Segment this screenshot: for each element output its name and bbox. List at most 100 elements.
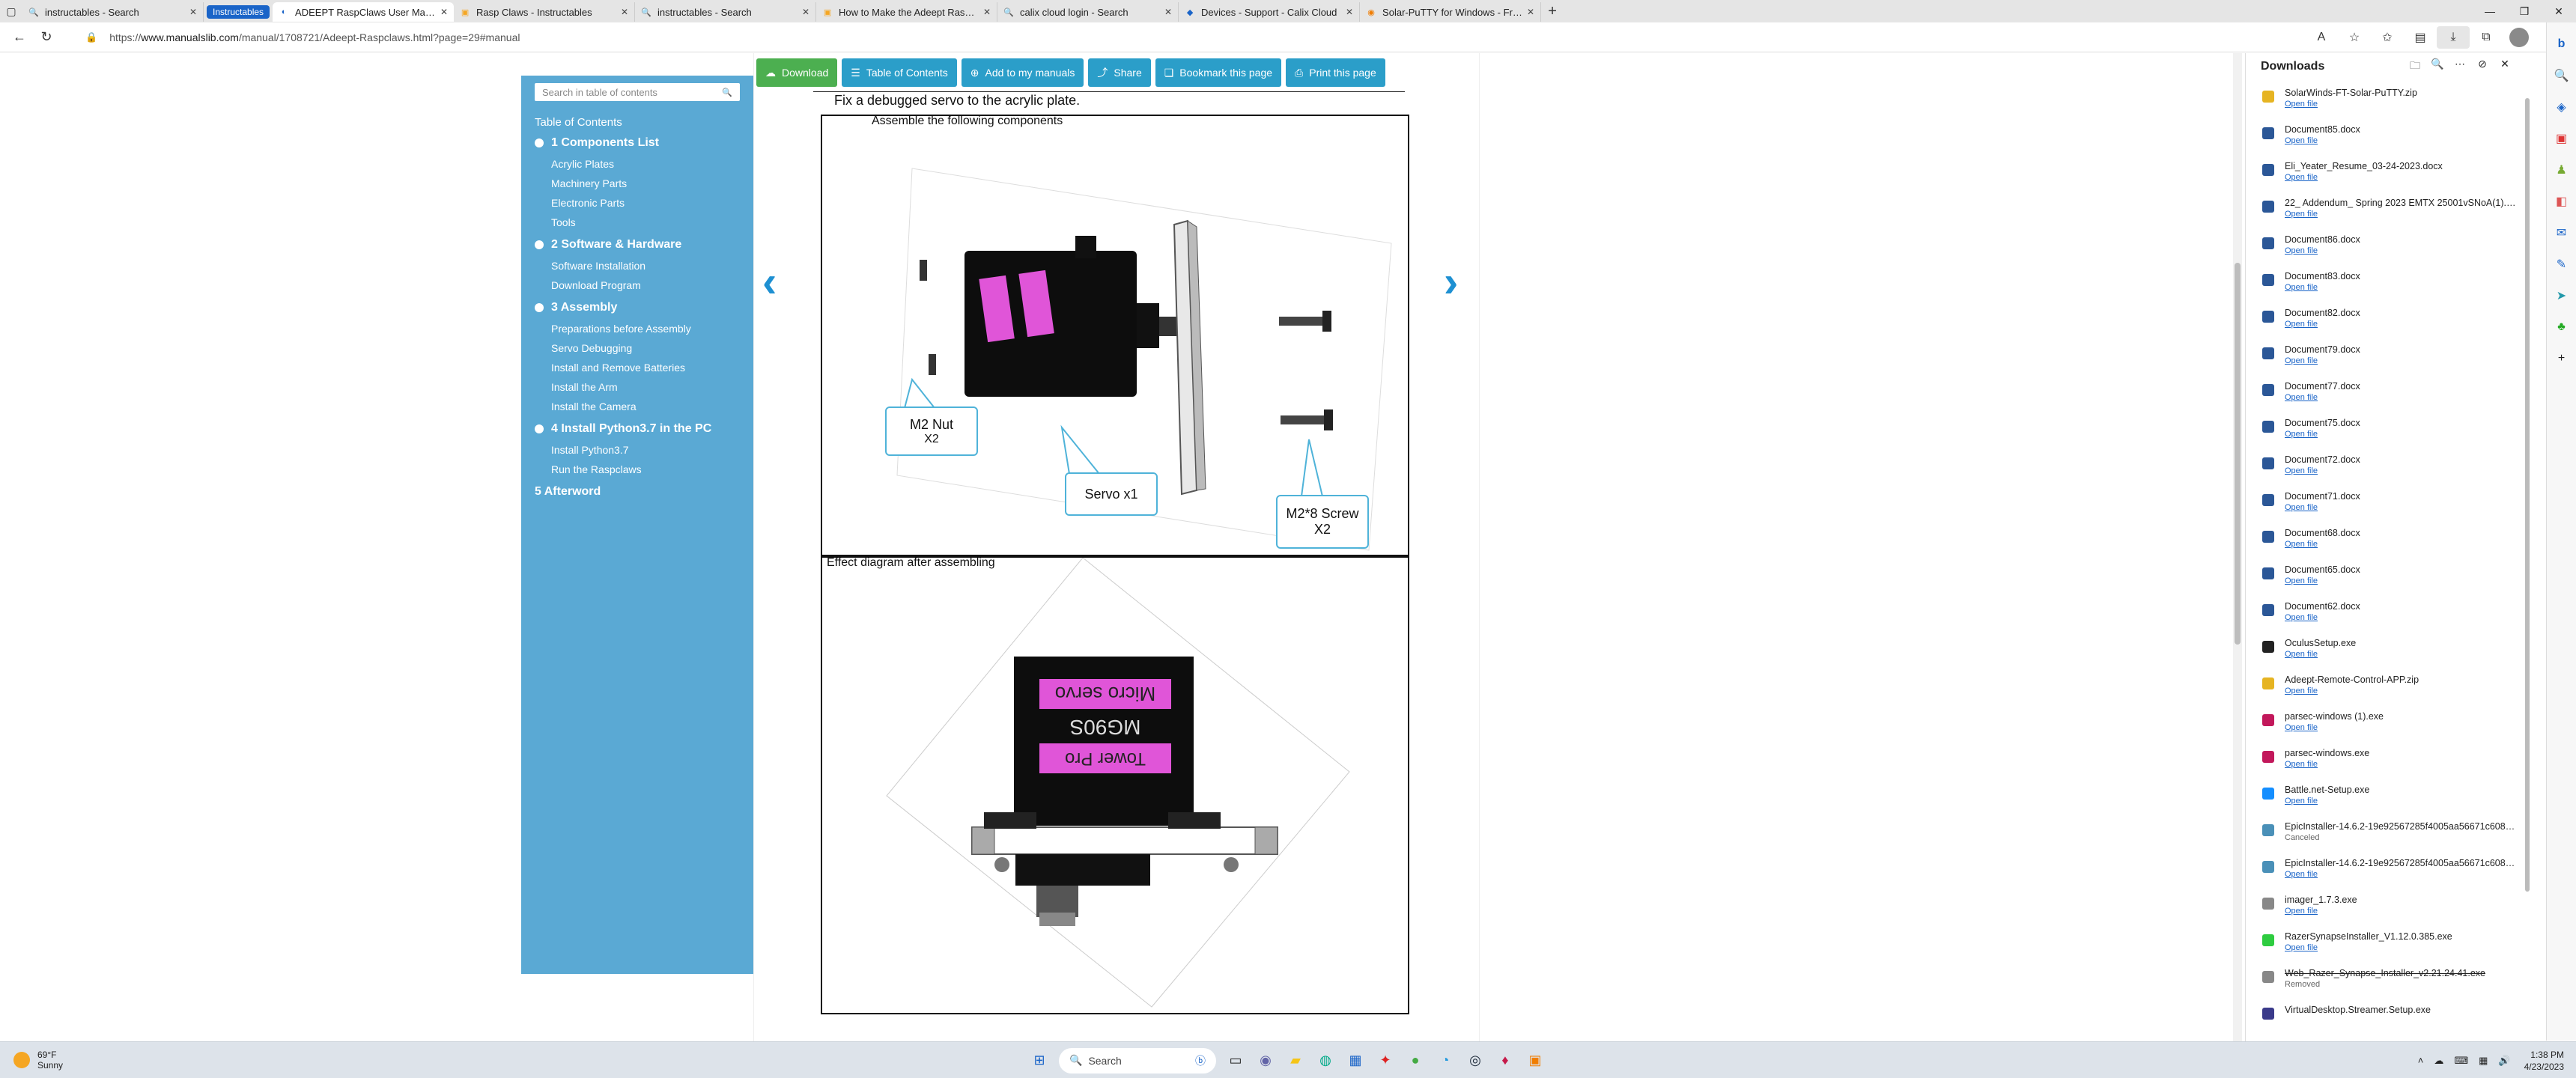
download-item[interactable]: Document65.docx Open file	[2246, 557, 2531, 594]
toc-section-title[interactable]: 1 Components List	[535, 136, 740, 150]
tools-icon[interactable]: ▣	[2551, 123, 2573, 154]
tab-actions-icon[interactable]: ▢	[0, 0, 22, 22]
download-item[interactable]: parsec-windows.exe Open file	[2246, 740, 2531, 777]
maximize-icon[interactable]: ❐	[2507, 0, 2542, 22]
download-item[interactable]: Document85.docx Open file	[2246, 117, 2531, 153]
tab-group-instructables[interactable]: Instructables	[204, 2, 273, 22]
download-item[interactable]: OculusSetup.exe Open file	[2246, 630, 2531, 667]
download-button[interactable]: ☁ Download	[756, 58, 838, 87]
office-icon[interactable]: ◧	[2551, 186, 2573, 217]
close-window-icon[interactable]: ✕	[2542, 0, 2576, 22]
download-status[interactable]: Open file	[2285, 650, 2517, 659]
close-icon[interactable]: ✕	[189, 7, 197, 17]
download-status[interactable]: Open file	[2285, 320, 2517, 329]
toc-link[interactable]: Acrylic Plates	[535, 154, 740, 174]
toc-link[interactable]: Run the Raspclaws	[535, 460, 740, 479]
steam-icon[interactable]: ◎	[1460, 1046, 1490, 1076]
toc-link[interactable]: Preparations before Assembly	[535, 319, 740, 338]
download-item[interactable]: Document68.docx Open file	[2246, 520, 2531, 557]
close-icon[interactable]: ✕	[440, 7, 448, 17]
app-blue-icon[interactable]: ◔	[1430, 1046, 1460, 1076]
download-item[interactable]: Document79.docx Open file	[2246, 337, 2531, 374]
download-item[interactable]: Document75.docx Open file	[2246, 410, 2531, 447]
toc-link[interactable]: Machinery Parts	[535, 174, 740, 193]
tab-0[interactable]: 🔍 instructables - Search ✕	[22, 2, 204, 22]
designer-icon[interactable]: ✎	[2551, 249, 2573, 280]
tab-4[interactable]: 🔍 instructables - Search ✕	[635, 2, 817, 22]
download-status[interactable]: Open file	[2285, 870, 2517, 879]
toc-section-title[interactable]: 2 Software & Hardware	[535, 238, 740, 252]
download-status[interactable]: Open file	[2285, 246, 2517, 255]
download-item[interactable]: Document86.docx Open file	[2246, 227, 2531, 264]
toc-link[interactable]: Tools	[535, 213, 740, 232]
tab-5[interactable]: ▣ How to Make the Adeept Raspclaws ✕	[816, 2, 998, 22]
close-icon[interactable]: ✕	[2494, 58, 2516, 76]
download-item[interactable]: Battle.net-Setup.exe Open file	[2246, 777, 2531, 814]
read-aloud-icon[interactable]: A	[2305, 26, 2338, 49]
download-status[interactable]: Open file	[2285, 576, 2517, 585]
download-status[interactable]: Open file	[2285, 173, 2517, 182]
close-icon[interactable]: ✕	[621, 7, 628, 17]
url-field[interactable]: 🔒 https://www.manualslib.com/manual/1708…	[85, 26, 2279, 49]
download-item[interactable]: EpicInstaller-14.6.2-19e92567285f4005aa5…	[2246, 850, 2531, 887]
download-status[interactable]: Open file	[2285, 943, 2517, 952]
pin-icon[interactable]: ⊘	[2471, 58, 2494, 76]
previous-page-chevron-icon[interactable]: ‹	[762, 257, 777, 307]
download-item[interactable]: Document83.docx Open file	[2246, 264, 2531, 300]
app-green-icon[interactable]: ●	[1400, 1046, 1430, 1076]
download-item[interactable]: Document72.docx Open file	[2246, 447, 2531, 484]
collections-icon[interactable]: ▤	[2404, 26, 2437, 49]
new-tab-button[interactable]: +	[1541, 3, 1564, 20]
next-page-chevron-icon[interactable]: ›	[1444, 257, 1458, 307]
download-status[interactable]: Open file	[2285, 430, 2517, 439]
favorites-icon[interactable]: ✩	[2371, 26, 2404, 49]
favorite-star-icon[interactable]: ☆	[2338, 26, 2371, 49]
outlook-icon[interactable]: ✉	[2551, 217, 2573, 249]
download-status[interactable]: Open file	[2285, 797, 2517, 806]
download-status[interactable]: Open file	[2285, 760, 2517, 769]
download-item[interactable]: 22_ Addendum_ Spring 2023 EMTX 25001vSNo…	[2246, 190, 2531, 227]
start-icon[interactable]: ⊞	[1024, 1046, 1054, 1076]
chevron-up-icon[interactable]: ˄	[2418, 1055, 2424, 1066]
solar-putty-icon[interactable]: ▣	[1520, 1046, 1550, 1076]
toc-link[interactable]: Install Python3.7	[535, 440, 740, 460]
downloads-scrollbar[interactable]	[2525, 98, 2530, 892]
lock-icon[interactable]: 🔒	[85, 31, 97, 43]
close-icon[interactable]: ✕	[802, 7, 809, 17]
downloads-icon[interactable]: ⤓	[2437, 25, 2470, 49]
telegram-icon[interactable]: ➤	[2551, 280, 2573, 311]
download-status[interactable]: Open file	[2285, 466, 2517, 475]
download-status[interactable]: Open file	[2285, 210, 2517, 219]
download-item[interactable]: Document62.docx Open file	[2246, 594, 2531, 630]
download-item[interactable]: EpicInstaller-14.6.2-19e92567285f4005aa5…	[2246, 814, 2531, 850]
download-status[interactable]: Open file	[2285, 540, 2517, 549]
download-status[interactable]: Open file	[2285, 723, 2517, 732]
toc-link[interactable]: Install and Remove Batteries	[535, 358, 740, 377]
task-view-icon[interactable]: ▭	[1221, 1046, 1251, 1076]
close-icon[interactable]: ✕	[1527, 7, 1534, 17]
toc-link[interactable]: Servo Debugging	[535, 338, 740, 358]
download-item[interactable]: Document77.docx Open file	[2246, 374, 2531, 410]
keyboard-icon[interactable]: ⌨	[2454, 1055, 2468, 1067]
download-status[interactable]: Open file	[2285, 503, 2517, 512]
weather-widget[interactable]: 69°F Sunny	[13, 1050, 63, 1071]
download-item[interactable]: Document71.docx Open file	[2246, 484, 2531, 520]
clock[interactable]: 1:38 PM 4/23/2023	[2524, 1049, 2564, 1073]
download-item[interactable]: Adeept-Remote-Control-APP.zip Open file	[2246, 667, 2531, 704]
add-to-my-manuals-button[interactable]: ⊕ Add to my manuals	[961, 58, 1084, 87]
page-scrollbar[interactable]	[2233, 53, 2242, 1041]
teams-chat-icon[interactable]: ◉	[1251, 1046, 1281, 1076]
download-status[interactable]: Open file	[2285, 907, 2517, 916]
shopping-icon[interactable]: ◈	[2551, 91, 2573, 123]
avatar[interactable]	[2509, 27, 2529, 47]
download-item[interactable]: Document82.docx Open file	[2246, 300, 2531, 337]
search-icon[interactable]: 🔍	[2426, 58, 2449, 76]
tab-8[interactable]: ◉ Solar-PuTTY for Windows - Free ✕	[1360, 2, 1542, 22]
toc-link[interactable]: Electronic Parts	[535, 193, 740, 213]
tab-3[interactable]: ▣ Rasp Claws - Instructables ✕	[454, 2, 636, 22]
close-icon[interactable]: ✕	[983, 7, 991, 17]
toc-search-input[interactable]: Search in table of contents 🔍	[535, 83, 740, 101]
scrollbar-thumb[interactable]	[2235, 263, 2241, 645]
bing-chat-icon[interactable]: b	[2551, 28, 2573, 60]
download-item[interactable]: RazerSynapseInstaller_V1.12.0.385.exe Ope…	[2246, 924, 2531, 960]
